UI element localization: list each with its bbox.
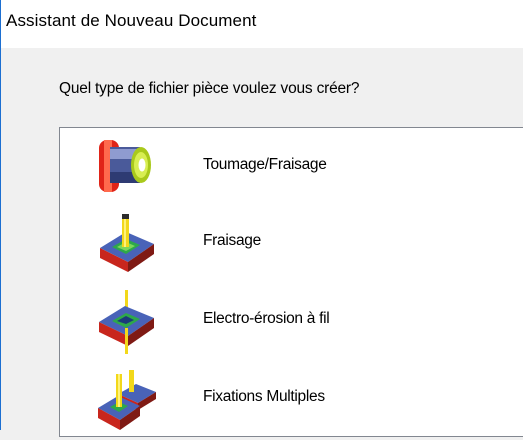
turning-milling-icon: [96, 134, 160, 198]
file-type-prompt: Quel type de fichier pièce voulez vous c…: [59, 80, 360, 97]
list-item-wire-edm[interactable]: Electro-érosion à fil: [60, 284, 523, 362]
multiple-fixtures-icon: [96, 368, 160, 432]
wire-edm-icon: [96, 290, 160, 354]
list-item-milling[interactable]: Fraisage: [60, 206, 523, 284]
milling-icon: [96, 212, 160, 276]
title-bar[interactable]: Assistant de Nouveau Document: [0, 0, 523, 48]
window-title: Assistant de Nouveau Document: [6, 11, 257, 30]
list-item-label: Fraisage: [203, 232, 261, 249]
list-item-turning-milling[interactable]: Toumage/Fraisage: [60, 128, 523, 206]
file-type-list[interactable]: Toumage/Fraisage Fraisage Electro-érosio…: [59, 127, 523, 437]
list-item-label: Fixations Multiples: [203, 388, 325, 405]
list-item-multiple-fixtures[interactable]: Fixations Multiples: [60, 362, 523, 440]
list-item-label: Electro-érosion à fil: [203, 310, 330, 327]
list-item-label: Toumage/Fraisage: [203, 156, 327, 173]
